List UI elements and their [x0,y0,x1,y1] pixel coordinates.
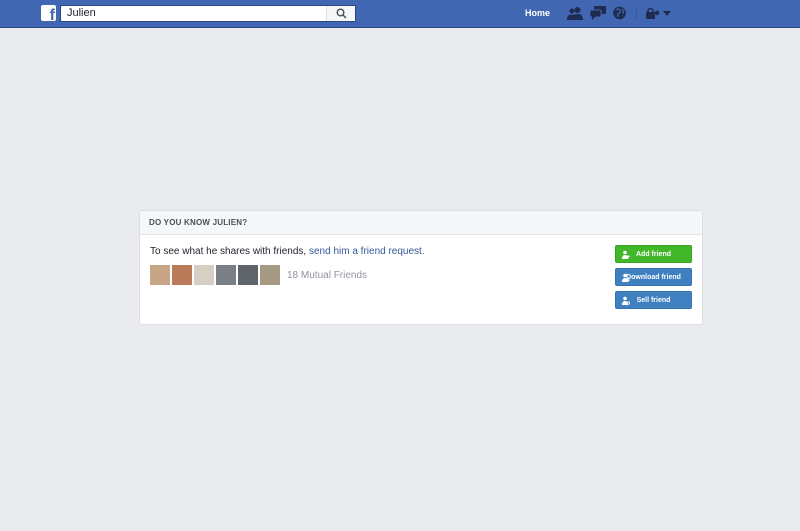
sell-friend-button[interactable]: Sell friend [615,291,692,309]
notifications-globe-icon[interactable] [612,6,628,20]
add-friend-button[interactable]: Add friend [615,245,692,263]
message-prefix: To see what he shares with friends, [150,246,309,257]
search-input[interactable] [61,6,327,21]
add-friend-label: Add friend [636,250,671,258]
search-icon [336,8,347,19]
mutual-friends-count[interactable]: 18 Mutual Friends [287,270,367,281]
top-navigation-bar: f Home [0,0,800,28]
facebook-logo-icon[interactable]: f [41,5,56,21]
messages-icon[interactable] [590,6,606,20]
friend-suggestion-card: DO YOU KNOW JULIEN? To see what he share… [139,210,703,325]
mutual-friend-photo[interactable] [260,265,280,285]
mutual-friend-photo[interactable] [194,265,214,285]
home-link[interactable]: Home [525,8,550,18]
friend-request-message: To see what he shares with friends, send… [150,246,425,257]
account-lock-icon[interactable] [645,6,661,20]
mutual-friend-photo[interactable] [238,265,258,285]
mutual-friend-photo[interactable] [172,265,192,285]
card-header: DO YOU KNOW JULIEN? [140,211,702,235]
download-friend-icon [622,273,630,282]
mutual-friend-photo[interactable] [150,265,170,285]
sell-friend-label: Sell friend [636,296,671,304]
search-button[interactable] [326,6,355,21]
mutual-friend-photo[interactable] [216,265,236,285]
nav-separator [636,7,637,20]
add-friend-icon [622,250,630,259]
download-friend-button[interactable]: Download friend [615,268,692,286]
download-friend-label: Download friend [626,273,681,281]
friend-requests-icon[interactable] [567,6,583,20]
chevron-down-icon[interactable] [662,6,672,20]
mutual-friends-photos [150,265,282,285]
sell-friend-icon [622,296,630,305]
send-friend-request-link[interactable]: send him a friend request. [309,246,425,257]
search-box [60,5,356,22]
